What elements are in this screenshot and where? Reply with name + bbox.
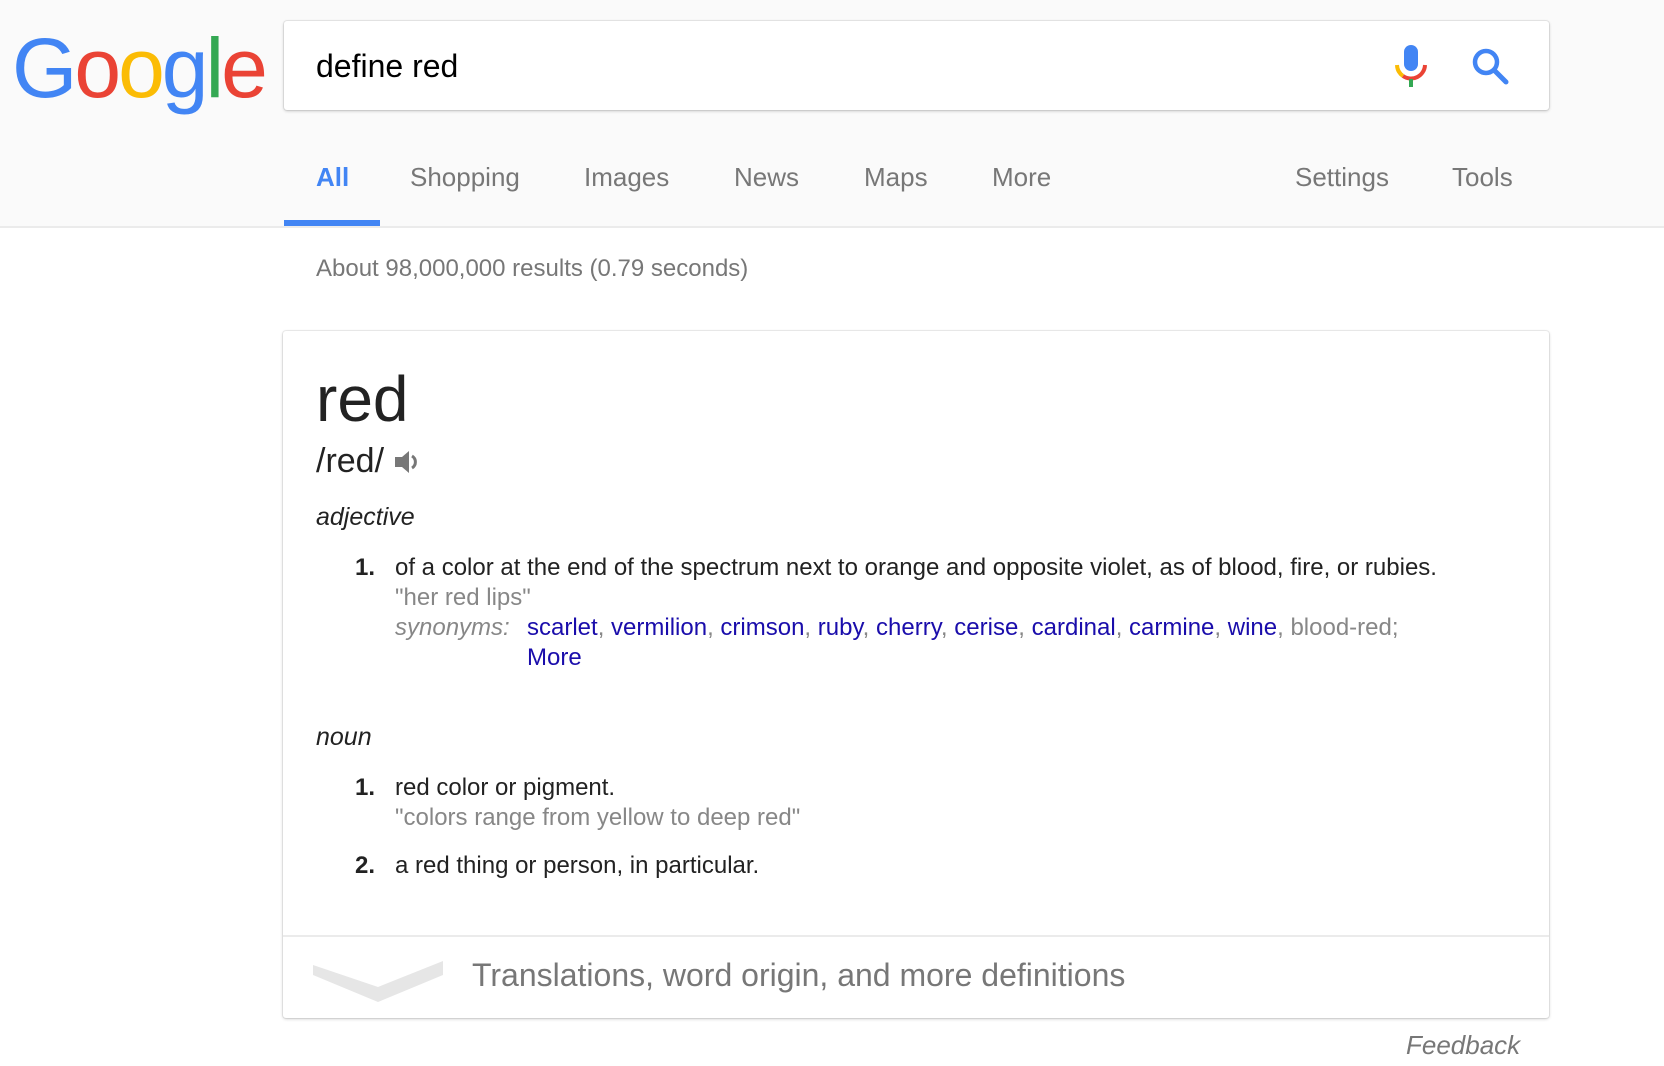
tab-images[interactable]: Images <box>584 162 669 193</box>
definition-text: of a color at the end of the spectrum ne… <box>395 554 1437 581</box>
logo-letter: g <box>161 21 209 115</box>
definition-item: 1. of a color at the end of the spectrum… <box>355 553 1495 673</box>
synonyms-row: synonyms: scarlet, vermilion, crimson, r… <box>395 613 1495 673</box>
definition-number: 1. <box>355 554 376 581</box>
synonym-plain: blood-red; <box>1290 614 1399 641</box>
magnifier-icon <box>1472 48 1509 85</box>
search-box <box>284 21 1549 110</box>
synonym-link[interactable]: vermilion <box>611 614 707 641</box>
feedback-link[interactable]: Feedback <box>1406 1030 1520 1061</box>
synonym-link[interactable]: scarlet <box>527 614 598 641</box>
definition-example: "her red lips" <box>395 584 531 611</box>
definition-item: 1. red color or pigment. "colors range f… <box>355 773 1495 833</box>
synonym-separator: , <box>1018 614 1032 641</box>
logo-letter: G <box>12 21 77 115</box>
phonetic: /red/ <box>316 439 424 483</box>
google-logo[interactable]: Google <box>12 21 268 115</box>
synonym-link[interactable]: cardinal <box>1032 614 1116 641</box>
synonym-separator: , <box>1115 614 1130 641</box>
synonyms-list: scarlet, vermilion, crimson, ruby, cherr… <box>527 614 1399 641</box>
definition-text: red color or pigment. <box>395 774 616 801</box>
definition-text: a red thing or person, in particular. <box>395 852 760 879</box>
tab-news[interactable]: News <box>734 162 799 193</box>
microphone-icon[interactable] <box>1391 43 1431 91</box>
synonym-link[interactable]: carmine <box>1129 614 1214 641</box>
more-definitions-label: Translations, word origin, and more defi… <box>472 957 1126 993</box>
headword: red <box>316 363 409 435</box>
definition-number: 2. <box>355 852 376 879</box>
synonym-link[interactable]: ruby <box>818 614 863 641</box>
tab-tools[interactable]: Tools <box>1452 162 1513 193</box>
speaker-icon[interactable] <box>392 445 424 477</box>
definition-example: "colors range from yellow to deep red" <box>395 804 801 831</box>
search-input[interactable] <box>316 43 1316 89</box>
search-tabs: All Shopping Images News Maps More Setti… <box>284 150 1584 228</box>
definition-number: 1. <box>355 774 376 801</box>
definition-item: 2. a red thing or person, in particular. <box>355 851 1495 881</box>
header: Google All Shopping Images News Maps Mor… <box>0 0 1664 228</box>
synonym-separator: , <box>940 614 955 641</box>
synonym-separator: , <box>1214 614 1228 641</box>
tab-all[interactable]: All <box>316 162 349 193</box>
synonym-separator: , <box>1277 614 1291 641</box>
synonym-separator: , <box>597 614 612 641</box>
search-button[interactable] <box>1469 45 1513 89</box>
part-of-speech-adjective: adjective <box>316 503 415 531</box>
logo-letter: l <box>205 21 225 115</box>
tab-maps[interactable]: Maps <box>864 162 928 193</box>
synonym-link[interactable]: cherry <box>876 614 941 641</box>
logo-letter: o <box>118 21 165 115</box>
result-stats: About 98,000,000 results (0.79 seconds) <box>316 255 749 282</box>
synonyms-more-link[interactable]: More <box>527 643 1495 673</box>
noun-definitions: 1. red color or pigment. "colors range f… <box>355 773 1495 899</box>
tab-shopping[interactable]: Shopping <box>410 162 520 193</box>
logo-letter: o <box>74 21 121 115</box>
dictionary-card: red /red/ adjective 1. of a color at the… <box>283 331 1549 1018</box>
phonetic-text: /red/ <box>316 442 385 480</box>
synonym-link[interactable]: cerise <box>954 614 1018 641</box>
synonym-separator: , <box>862 614 877 641</box>
tab-more[interactable]: More <box>992 162 1051 193</box>
chevron-down-icon <box>313 961 443 1002</box>
synonyms-label: synonyms: <box>395 614 510 641</box>
part-of-speech-noun: noun <box>316 723 372 751</box>
active-tab-indicator <box>284 220 380 226</box>
synonym-link[interactable]: wine <box>1228 614 1277 641</box>
synonym-link[interactable]: crimson <box>720 614 804 641</box>
synonym-separator: , <box>804 614 818 641</box>
more-definitions-expander[interactable]: Translations, word origin, and more defi… <box>283 937 1549 1017</box>
adjective-definitions: 1. of a color at the end of the spectrum… <box>355 553 1495 691</box>
logo-letter: e <box>221 21 268 115</box>
tab-settings[interactable]: Settings <box>1295 162 1389 193</box>
synonym-separator: , <box>707 614 721 641</box>
